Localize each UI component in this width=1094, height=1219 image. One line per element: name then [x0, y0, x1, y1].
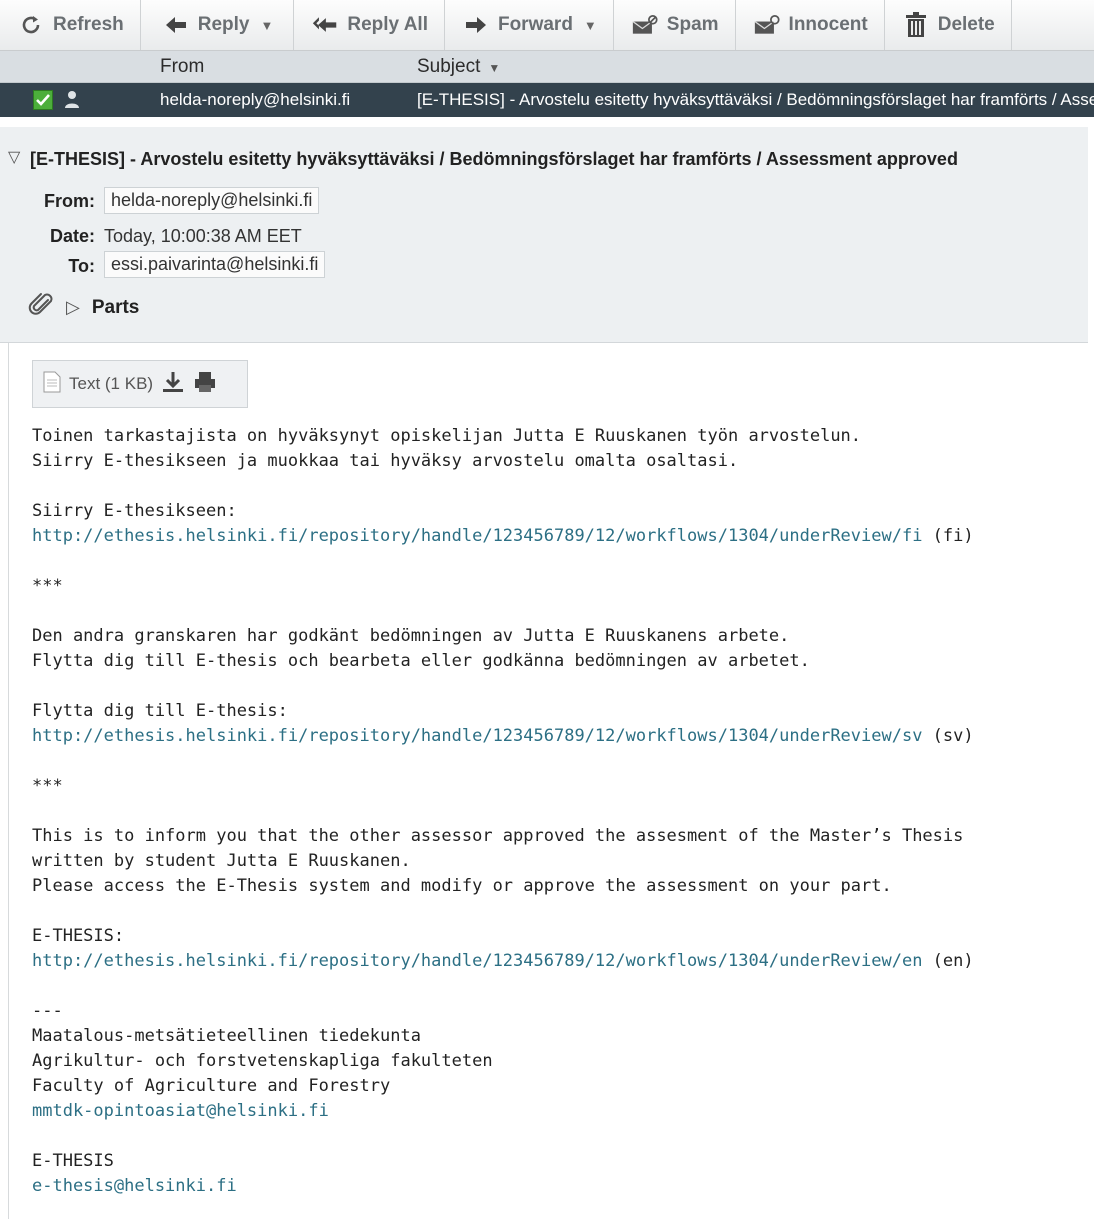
- column-from[interactable]: From: [160, 56, 204, 78]
- body-line: Toinen tarkastajista on hyväksynyt opisk…: [32, 426, 862, 446]
- body-line: [32, 1124, 1082, 1149]
- body-line: http://ethesis.helsinki.fi/repository/ha…: [32, 949, 1082, 974]
- reply-button[interactable]: Reply ▼: [141, 0, 295, 50]
- body-line: Maatalous-metsätieteellinen tiedekunta: [32, 1026, 421, 1046]
- reply-label: Reply: [197, 14, 250, 35]
- body-link[interactable]: http://ethesis.helsinki.fi/repository/ha…: [32, 726, 922, 746]
- body-line: ***: [32, 576, 63, 596]
- body-line: Flytta dig till E-thesis och bearbeta el…: [32, 651, 810, 671]
- refresh-icon: [18, 12, 44, 38]
- body-line: ***: [32, 776, 63, 796]
- body-line: mmtdk-opintoasiat@helsinki.fi: [32, 1099, 1082, 1124]
- body-line: http://ethesis.helsinki.fi/repository/ha…: [32, 724, 1082, 749]
- paperclip-icon: [28, 292, 54, 323]
- selection-checkbox[interactable]: [33, 90, 53, 110]
- body-line: http://ethesis.helsinki.fi/repository/ha…: [32, 524, 1082, 549]
- body-line: E-THESIS:: [32, 926, 125, 946]
- body-line: [32, 799, 1082, 824]
- body-line: [32, 749, 1082, 774]
- toolbar: Refresh Reply ▼ Reply All Forward ▼ Spam…: [0, 0, 1094, 51]
- forward-icon: [463, 12, 489, 38]
- body-line: e-thesis@helsinki.fi: [32, 1174, 1082, 1199]
- body-link[interactable]: mmtdk-opintoasiat@helsinki.fi: [32, 1101, 329, 1121]
- chevron-down-icon[interactable]: ▼: [584, 18, 597, 33]
- spam-button[interactable]: Spam: [614, 0, 736, 50]
- parts-label: Parts: [91, 296, 140, 318]
- reply-all-icon: [312, 12, 338, 38]
- attachment-part: Text (1 KB): [32, 360, 248, 408]
- body-link-suffix: (sv): [922, 726, 974, 746]
- message-subject: [E-THESIS] - Arvostelu esitetty hyväksyt…: [30, 149, 958, 169]
- message-list-header: From Subject ▼: [0, 51, 1094, 83]
- body-line: This is to inform you that the other ass…: [32, 826, 964, 846]
- body-line: written by student Jutta E Ruuskanen.: [32, 851, 411, 871]
- body-line: Den andra granskaren har godkänt bedömni…: [32, 626, 790, 646]
- message-header-panel: ▽ [E-THESIS] - Arvostelu esitetty hyväks…: [0, 127, 1088, 343]
- person-icon: [62, 89, 82, 114]
- body-line: Agrikultur- och forstvetenskapliga fakul…: [32, 1051, 493, 1071]
- innocent-button[interactable]: Innocent: [736, 0, 885, 50]
- body-line: [32, 474, 1082, 499]
- innocent-icon: [754, 12, 780, 38]
- reply-all-label: Reply All: [347, 14, 428, 35]
- forward-button[interactable]: Forward ▼: [445, 0, 614, 50]
- body-line: [32, 974, 1082, 999]
- spam-label: Spam: [666, 14, 719, 35]
- body-line: ---: [32, 1001, 63, 1021]
- print-icon[interactable]: [193, 370, 217, 399]
- divider: [8, 343, 9, 1219]
- body-link[interactable]: http://ethesis.helsinki.fi/repository/ha…: [32, 526, 922, 546]
- body-link[interactable]: e-thesis@helsinki.fi: [32, 1176, 237, 1196]
- to-address[interactable]: essi.paivarinta@helsinki.fi: [104, 251, 326, 278]
- row-from: helda-noreply@helsinki.fi: [160, 90, 351, 109]
- refresh-label: Refresh: [53, 14, 124, 35]
- message-body: Toinen tarkastajista on hyväksynyt opisk…: [32, 424, 1082, 1199]
- trash-icon: [903, 12, 929, 38]
- body-line: [32, 549, 1082, 574]
- spam-icon: [632, 12, 658, 38]
- download-icon[interactable]: [161, 370, 185, 399]
- forward-label: Forward: [497, 14, 573, 35]
- reply-icon: [163, 12, 189, 38]
- expand-triangle-icon: ▷: [66, 297, 80, 317]
- message-row-selected[interactable]: helda-noreply@helsinki.fi [E-THESIS] - A…: [0, 83, 1094, 117]
- from-address[interactable]: helda-noreply@helsinki.fi: [104, 187, 320, 214]
- date-value: Today, 10:00:38 AM EET: [104, 226, 302, 246]
- refresh-button[interactable]: Refresh: [0, 0, 141, 50]
- delete-button[interactable]: Delete: [885, 0, 1012, 50]
- chevron-down-icon[interactable]: ▼: [261, 18, 274, 33]
- column-subject[interactable]: Subject ▼: [417, 56, 500, 78]
- body-line: Siirry E-thesikseen ja muokkaa tai hyväk…: [32, 451, 739, 471]
- body-link[interactable]: http://ethesis.helsinki.fi/repository/ha…: [32, 951, 922, 971]
- collapse-triangle-icon[interactable]: ▽: [8, 147, 20, 167]
- row-subject: [E-THESIS] - Arvostelu esitetty hyväksyt…: [417, 90, 1094, 109]
- reply-all-button[interactable]: Reply All: [294, 0, 445, 50]
- document-icon: [43, 371, 61, 398]
- body-line: Flytta dig till E-thesis:: [32, 701, 288, 721]
- parts-toggle[interactable]: ▷ Parts: [28, 292, 139, 323]
- sort-desc-icon: ▼: [488, 61, 501, 75]
- body-link-suffix: (fi): [922, 526, 974, 546]
- body-line: [32, 674, 1082, 699]
- body-line: Please access the E-Thesis system and mo…: [32, 876, 892, 896]
- body-line: E-THESIS: [32, 1151, 114, 1171]
- innocent-label: Innocent: [788, 14, 868, 35]
- body-link-suffix: (en): [922, 951, 974, 971]
- date-label: Date:: [49, 226, 95, 246]
- delete-label: Delete: [937, 14, 995, 35]
- body-line: Siirry E-thesikseen:: [32, 501, 237, 521]
- from-label: From:: [44, 191, 95, 211]
- body-line: [32, 599, 1082, 624]
- body-line: [32, 899, 1082, 924]
- to-label: To:: [68, 256, 95, 276]
- attachment-label[interactable]: Text (1 KB): [69, 374, 153, 394]
- body-line: Faculty of Agriculture and Forestry: [32, 1076, 391, 1096]
